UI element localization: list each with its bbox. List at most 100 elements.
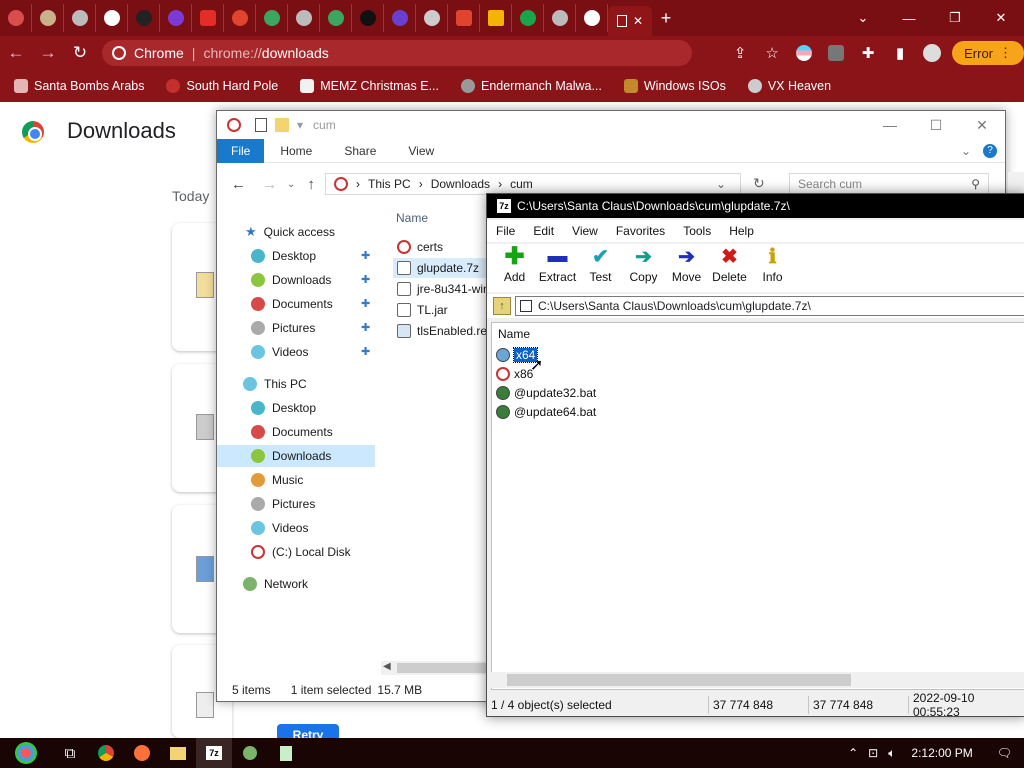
bookmark-item[interactable]: South Hard Pole bbox=[166, 79, 278, 93]
close-window-button[interactable]: ✕ bbox=[978, 0, 1024, 36]
move-button[interactable]: ➔ Move bbox=[665, 244, 708, 290]
nav-pc-music[interactable]: Music bbox=[251, 469, 303, 491]
copy-button[interactable]: ➔ Copy bbox=[622, 244, 665, 290]
address-dropdown-icon[interactable]: ⌄ bbox=[716, 177, 726, 191]
tab-favicon[interactable] bbox=[544, 4, 576, 32]
tab-favicon[interactable] bbox=[0, 4, 32, 32]
taskbar-explorer-icon[interactable] bbox=[160, 738, 196, 768]
tray-expand-icon[interactable]: ⌃ bbox=[848, 746, 858, 760]
folder-up-icon[interactable]: ↑ bbox=[493, 297, 511, 315]
tab-favicon[interactable] bbox=[384, 4, 416, 32]
scrollbar-thumb[interactable] bbox=[397, 663, 497, 673]
extension-icon[interactable] bbox=[820, 37, 852, 69]
ribbon-expand-icon[interactable]: ⌄ bbox=[961, 144, 971, 158]
tab-favicon[interactable] bbox=[576, 4, 608, 32]
nav-quick-desktop[interactable]: Desktop bbox=[251, 245, 316, 267]
archive-item-update64[interactable]: @update64.bat bbox=[496, 402, 596, 421]
new-tab-button[interactable]: + bbox=[652, 8, 680, 29]
taskbar-notepad-icon[interactable] bbox=[268, 738, 304, 768]
bookmark-item[interactable]: VX Heaven bbox=[747, 79, 831, 93]
nav-pc-pictures[interactable]: Pictures bbox=[251, 493, 315, 515]
task-view-icon[interactable]: ⧉ bbox=[52, 738, 88, 768]
tab-favicon[interactable] bbox=[96, 4, 128, 32]
share-icon[interactable]: ⇪ bbox=[724, 37, 756, 69]
nav-pc-videos[interactable]: Videos bbox=[251, 517, 308, 539]
tab-favicon[interactable] bbox=[128, 4, 160, 32]
info-button[interactable]: ℹ Info bbox=[751, 244, 794, 290]
nav-quick-videos[interactable]: Videos bbox=[251, 341, 308, 363]
nav-quick-documents[interactable]: Documents bbox=[251, 293, 333, 315]
tab-favicon[interactable] bbox=[32, 4, 64, 32]
ribbon-tab-home[interactable]: Home bbox=[264, 139, 328, 163]
tab-favicon[interactable] bbox=[480, 4, 512, 32]
taskbar-chrome-icon[interactable] bbox=[88, 738, 124, 768]
menu-edit[interactable]: Edit bbox=[524, 224, 563, 238]
nav-pc-documents[interactable]: Documents bbox=[251, 421, 333, 443]
nav-quick-downloads[interactable]: Downloads bbox=[251, 269, 331, 291]
tab-favicon[interactable] bbox=[224, 4, 256, 32]
menu-help[interactable]: Help bbox=[720, 224, 763, 238]
extract-button[interactable]: ▬ Extract bbox=[536, 244, 579, 290]
tab-search-icon[interactable]: ⌄ bbox=[840, 0, 886, 36]
tab-favicon[interactable] bbox=[352, 4, 384, 32]
file-list-header-name[interactable]: Name bbox=[396, 211, 428, 225]
file-row-jre[interactable]: jre-8u341-win bbox=[397, 279, 490, 299]
explorer-close-button[interactable]: ✕ bbox=[959, 111, 1005, 139]
tab-favicon[interactable] bbox=[512, 4, 544, 32]
breadcrumb-item[interactable]: Downloads bbox=[431, 177, 490, 191]
bookmark-star-icon[interactable]: ☆ bbox=[756, 37, 788, 69]
taskbar-firefox-icon[interactable] bbox=[124, 738, 160, 768]
close-tab-icon[interactable]: ✕ bbox=[633, 14, 643, 28]
tab-downloads-active[interactable]: ✕ bbox=[608, 6, 652, 36]
start-button[interactable] bbox=[0, 738, 52, 768]
add-button[interactable]: ✚ Add bbox=[493, 243, 536, 290]
refresh-icon[interactable]: ↻ bbox=[753, 175, 765, 192]
back-arrow-icon[interactable]: ← bbox=[231, 176, 246, 193]
new-folder-icon[interactable] bbox=[275, 118, 289, 132]
breadcrumb-item[interactable]: This PC bbox=[368, 177, 411, 191]
back-button[interactable]: ← bbox=[0, 37, 32, 69]
tab-favicon[interactable] bbox=[160, 4, 192, 32]
tab-favicon[interactable] bbox=[256, 4, 288, 32]
tab-favicon[interactable] bbox=[416, 4, 448, 32]
extensions-puzzle-icon[interactable]: ✚ bbox=[852, 37, 884, 69]
up-arrow-icon[interactable]: ↑ bbox=[307, 176, 315, 193]
file-row-certs[interactable]: certs bbox=[397, 237, 443, 257]
nav-quick-access[interactable]: ★ Quick access bbox=[245, 221, 335, 243]
network-tray-icon[interactable]: ⊡ bbox=[868, 746, 878, 760]
scroll-left-icon[interactable]: ◀ bbox=[383, 661, 391, 672]
minimize-button[interactable]: — bbox=[886, 0, 932, 36]
help-icon[interactable]: ? bbox=[983, 143, 997, 158]
bookmark-item[interactable]: Windows ISOs bbox=[623, 79, 726, 93]
menu-tools[interactable]: Tools bbox=[674, 224, 720, 238]
tab-favicon[interactable] bbox=[448, 4, 480, 32]
nav-quick-pictures[interactable]: Pictures bbox=[251, 317, 315, 339]
breadcrumb-item[interactable]: cum bbox=[510, 177, 533, 191]
taskbar-7zip-icon[interactable]: 7z bbox=[196, 738, 232, 768]
nav-this-pc[interactable]: This PC bbox=[243, 373, 307, 395]
recent-locations-icon[interactable]: ⌄ bbox=[287, 179, 295, 190]
clock[interactable]: 2:12:00 PM bbox=[911, 746, 972, 760]
explorer-minimize-button[interactable]: — bbox=[867, 111, 913, 139]
menu-favorites[interactable]: Favorites bbox=[607, 224, 674, 238]
7zip-path-input[interactable]: C:\Users\Santa Claus\Downloads\cum\glupd… bbox=[515, 296, 1024, 316]
extension-flag-icon[interactable] bbox=[788, 37, 820, 69]
explorer-titlebar[interactable]: ▾ cum — ☐ ✕ bbox=[217, 111, 1005, 139]
bookmark-item[interactable]: MEMZ Christmas E... bbox=[300, 79, 439, 93]
search-input[interactable]: Search cum ⚲ bbox=[789, 173, 989, 195]
tab-favicon[interactable] bbox=[64, 4, 96, 32]
archive-item-x86[interactable]: x86 bbox=[496, 364, 533, 383]
menu-view[interactable]: View bbox=[563, 224, 607, 238]
tab-favicon[interactable] bbox=[288, 4, 320, 32]
error-button[interactable]: Error ⋮ bbox=[952, 41, 1024, 65]
taskbar-app-icon[interactable] bbox=[232, 738, 268, 768]
qat-dropdown-icon[interactable]: ▾ bbox=[297, 118, 303, 132]
tab-favicon[interactable] bbox=[192, 4, 224, 32]
reload-button[interactable]: ↻ bbox=[64, 37, 96, 69]
explorer-maximize-button[interactable]: ☐ bbox=[913, 111, 959, 139]
archive-item-update32[interactable]: @update32.bat bbox=[496, 383, 596, 402]
profile-avatar[interactable] bbox=[916, 37, 948, 69]
forward-arrow-icon[interactable]: → bbox=[262, 176, 277, 193]
test-button[interactable]: ✔ Test bbox=[579, 244, 622, 290]
side-panel-icon[interactable]: ▮ bbox=[884, 37, 916, 69]
